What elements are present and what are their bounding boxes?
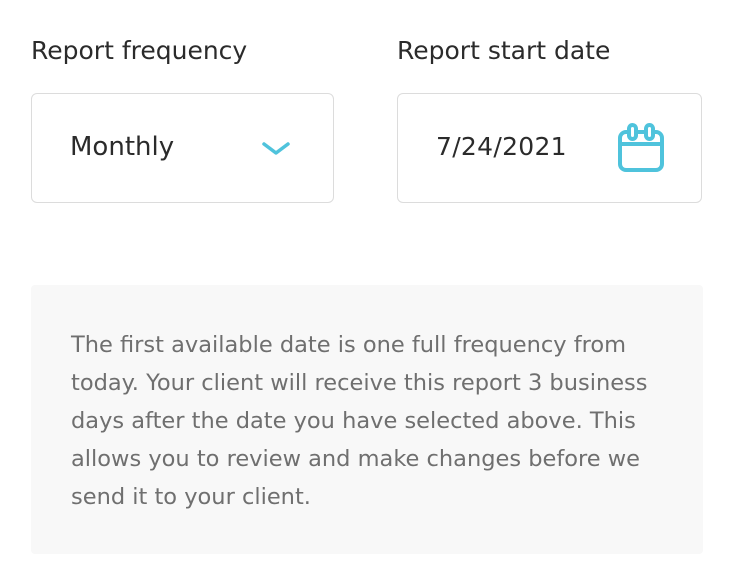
report-start-date-label: Report start date [397, 36, 611, 65]
chevron-down-icon [262, 142, 290, 155]
report-start-date-picker[interactable]: 7/24/2021 [397, 93, 702, 203]
info-text: The first available date is one full fre… [71, 332, 648, 510]
info-panel: The first available date is one full fre… [31, 285, 703, 554]
report-frequency-select[interactable]: Monthly [31, 93, 334, 203]
report-frequency-value: Monthly [70, 132, 175, 162]
report-start-date-value: 7/24/2021 [436, 132, 567, 161]
calendar-icon[interactable] [616, 122, 666, 174]
report-frequency-label: Report frequency [31, 36, 248, 65]
